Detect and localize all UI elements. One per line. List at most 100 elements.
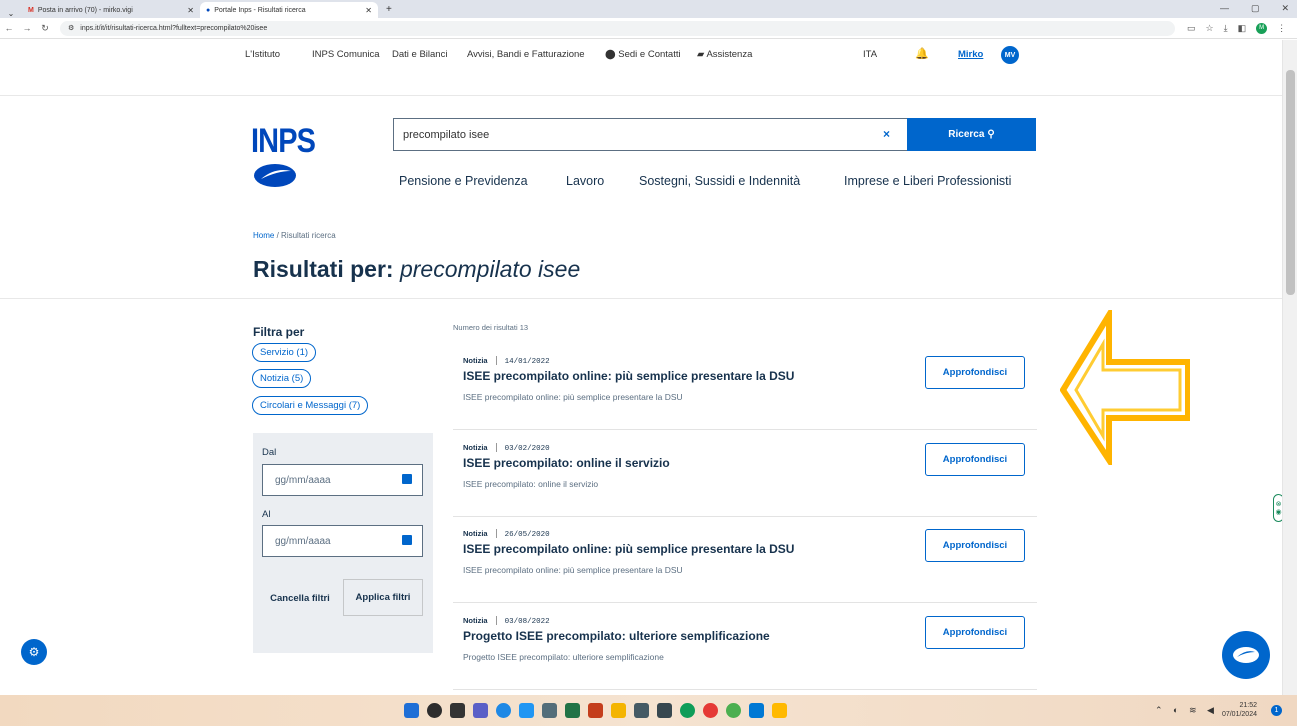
powerpoint-icon[interactable] — [588, 703, 603, 718]
app-icon[interactable] — [611, 703, 626, 718]
sidepanel-icon[interactable]: ◧ — [1238, 23, 1247, 34]
menu-icon[interactable]: ⋮ — [1277, 23, 1286, 34]
tab-label: Portale Inps - Risultati ricerca — [214, 6, 306, 14]
close-window-icon[interactable]: ✕ — [1281, 3, 1289, 14]
approfondisci-button[interactable]: Approfondisci — [925, 356, 1025, 389]
nav-istituto[interactable]: L'Istituto — [245, 49, 280, 60]
result-title[interactable]: ISEE precompilato online: più semplice p… — [463, 369, 794, 383]
new-tab-button[interactable]: + — [378, 4, 400, 18]
filter-chip-notizia[interactable]: Notizia (5) — [252, 369, 312, 388]
search-icon: ⚲ — [987, 129, 995, 140]
results-count: Numero dei risultati 13 — [453, 323, 529, 332]
site-info-icon[interactable]: ⚙ — [68, 24, 74, 32]
nav-inps-comunica[interactable]: INPS Comunica — [312, 49, 380, 60]
calendar-icon[interactable] — [402, 535, 412, 545]
edge-icon[interactable] — [680, 703, 695, 718]
inps-logo[interactable]: INPS — [251, 122, 316, 161]
download-icon[interactable]: ⤓ — [1224, 23, 1228, 34]
search-button[interactable]: Ricerca ⚲ — [907, 118, 1036, 151]
approfondisci-button[interactable]: Approfondisci — [925, 616, 1025, 649]
minimize-icon[interactable]: — — [1220, 3, 1229, 14]
calendar-icon[interactable] — [402, 474, 412, 484]
location-pin-icon: ⬤ — [605, 49, 616, 60]
search-icon[interactable] — [427, 703, 442, 718]
mainnav-lavoro[interactable]: Lavoro — [566, 174, 604, 188]
system-tray[interactable]: ⌃ ◐ ≋ ◀ — [1155, 705, 1218, 716]
tab-gmail[interactable]: M Posta in arrivo (70) - mirko.vigi ✕ — [22, 2, 200, 18]
result-item: Notizia 26/05/2020 ISEE precompilato onli… — [453, 529, 1037, 603]
filter-chip-servizio[interactable]: Servizio (1) — [252, 343, 317, 362]
search-input[interactable]: precompilato isee × — [393, 118, 909, 151]
app-icon[interactable] — [496, 703, 511, 718]
settings-fab-button[interactable]: ⚙ — [21, 639, 47, 665]
chrome-icon[interactable] — [726, 703, 741, 718]
dal-placeholder: gg/mm/aaaa — [275, 474, 331, 486]
clear-search-icon[interactable]: × — [883, 127, 890, 141]
nav-sedi[interactable]: ⬤ Sedi e Contatti — [605, 49, 681, 60]
app-icon[interactable] — [542, 703, 557, 718]
mainnav-pensione[interactable]: Pensione e Previdenza — [399, 174, 528, 188]
nav-avvisi[interactable]: Avvisi, Bandi e Fatturazione — [467, 49, 585, 60]
forward-icon[interactable]: → — [18, 23, 36, 33]
user-name[interactable]: Mirko — [958, 49, 983, 60]
result-title[interactable]: ISEE precompilato online: più semplice p… — [463, 542, 794, 556]
accessibility-widget[interactable]: ⊗ ◉ — [1273, 494, 1282, 522]
reload-icon[interactable]: ↻ — [36, 23, 54, 34]
clock[interactable]: 21:52 07/01/2024 — [1222, 701, 1257, 719]
browser-toolbar: ← → ↻ ⚙ inps.it/it/it/risultati-ricerca.… — [0, 18, 1297, 39]
nav-assistenza-label: Assistenza — [706, 49, 753, 60]
breadcrumb-home[interactable]: Home — [253, 231, 274, 240]
close-icon[interactable]: ⊗ — [1276, 500, 1282, 508]
approfondisci-button[interactable]: Approfondisci — [925, 529, 1025, 562]
result-date: 14/01/2022 — [504, 358, 550, 366]
nav-dati-bilanci[interactable]: Dati e Bilanci — [392, 49, 447, 60]
scrollbar[interactable] — [1282, 40, 1297, 695]
approfondisci-button[interactable]: Approfondisci — [925, 443, 1025, 476]
language-selector[interactable]: ITA — [863, 49, 877, 60]
filter-chip-circolari[interactable]: Circolari e Messaggi (7) — [252, 396, 369, 415]
tab-inps[interactable]: ● Portale Inps - Risultati ricerca ✕ — [200, 2, 378, 18]
screen-share-icon[interactable]: ▭ — [1187, 23, 1196, 34]
maximize-icon[interactable]: ▢ — [1251, 3, 1260, 14]
filters-title: Filtra per — [253, 325, 305, 339]
outlook-icon[interactable] — [749, 703, 764, 718]
address-bar[interactable]: ⚙ inps.it/it/it/risultati-ricerca.html?f… — [60, 20, 1175, 36]
teams-icon[interactable] — [473, 703, 488, 718]
app-icon[interactable] — [657, 703, 672, 718]
mainnav-imprese[interactable]: Imprese e Liberi Professionisti — [844, 174, 1011, 188]
file-explorer-icon[interactable] — [772, 703, 787, 718]
result-title[interactable]: ISEE precompilato: online il servizio — [463, 456, 670, 470]
excel-icon[interactable] — [565, 703, 580, 718]
cancel-filters-button[interactable]: Cancella filtri — [260, 580, 340, 616]
al-date-field[interactable]: gg/mm/aaaa — [262, 525, 423, 557]
bookmark-star-icon[interactable]: ☆ — [1206, 23, 1214, 34]
back-icon[interactable]: ← — [0, 23, 18, 33]
close-icon[interactable]: ✕ — [365, 6, 372, 15]
page-title-prefix: Risultati per: — [253, 256, 394, 282]
app-icon[interactable] — [634, 703, 649, 718]
close-icon[interactable]: ✕ — [187, 6, 194, 15]
gear-icon: ⚙ — [28, 645, 40, 659]
user-avatar[interactable]: MV — [1001, 46, 1019, 64]
nav-assistenza[interactable]: ▰ Assistenza — [697, 49, 752, 60]
tab-search-icon[interactable]: ⌄ — [0, 9, 22, 18]
dal-date-field[interactable]: gg/mm/aaaa — [262, 464, 423, 496]
scrollbar-thumb[interactable] — [1286, 70, 1295, 295]
accessibility-icon: ◉ — [1275, 509, 1282, 516]
result-title[interactable]: Progetto ISEE precompilato: ulteriore se… — [463, 629, 770, 643]
clock-date: 07/01/2024 — [1221, 711, 1257, 718]
url-text: inps.it/it/it/risultati-ricerca.html?ful… — [80, 24, 268, 32]
task-view-icon[interactable] — [450, 703, 465, 718]
notification-badge[interactable]: 1 — [1271, 705, 1282, 716]
apply-filters-button[interactable]: Applica filtri — [343, 579, 423, 616]
windows-start-icon[interactable] — [404, 703, 419, 718]
app-icon[interactable] — [703, 703, 718, 718]
mainnav-sostegni[interactable]: Sostegni, Sussidi e Indennità — [639, 174, 800, 188]
result-desc: ISEE precompilato: online il servizio — [463, 479, 599, 489]
bell-icon[interactable]: 🔔 — [915, 47, 929, 60]
chat-fab-button[interactable] — [1222, 631, 1270, 679]
result-meta: Notizia 14/01/2022 — [463, 356, 550, 366]
result-kind: Notizia — [463, 356, 497, 365]
profile-avatar[interactable]: M — [1256, 22, 1268, 34]
app-icon[interactable] — [519, 703, 534, 718]
